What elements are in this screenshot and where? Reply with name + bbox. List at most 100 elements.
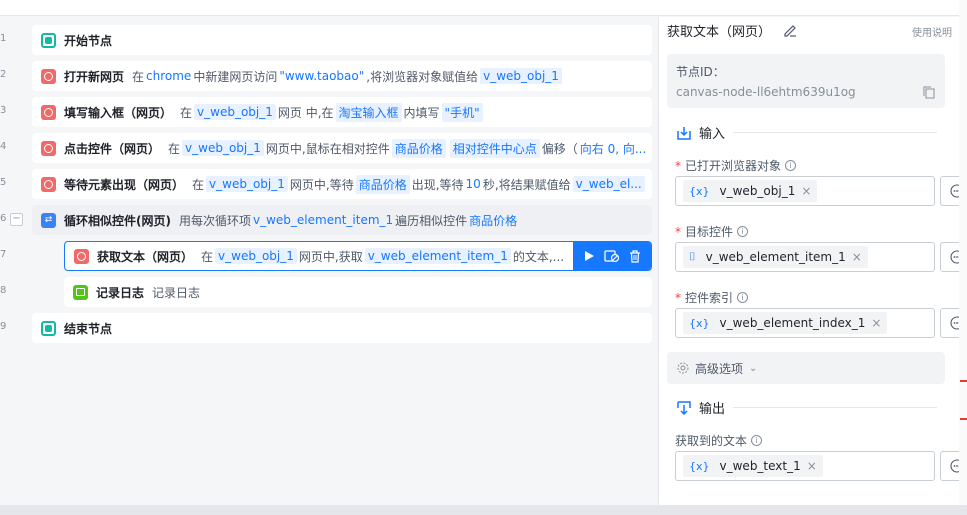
flow-row: 2 打开新网页在 chrome 中新建网页访问 "www.taobao" ,将浏览器…	[0, 61, 658, 91]
node-actions	[573, 242, 651, 270]
node-desc-text: 记录日志	[152, 285, 201, 300]
input-section-header: 输入	[677, 123, 937, 142]
flow-row: 5 等待元素出现（网页） 在 v_web_obj_1 网页中,等待 商品价格 出现,…	[0, 169, 658, 199]
node-param: 10	[465, 177, 481, 191]
flow-node-card[interactable]: 填写输入框（网页）在 v_web_obj_1 网页 中,在 淘宝输入框 内填写 …	[32, 97, 652, 127]
control-index-field[interactable]: {x} v_web_element_index_1 ×	[675, 308, 967, 338]
input-icon	[677, 126, 691, 140]
line-number: 1	[0, 33, 7, 44]
web-node-icon	[41, 104, 56, 120]
collapse-toggle[interactable]: −	[10, 213, 23, 226]
node-id-value: canvas-node-ll6ehtm639u1og	[676, 85, 856, 99]
panel-title: 获取文本（网页）	[667, 24, 772, 40]
variable-icon: {x}	[689, 184, 710, 198]
output-text-field[interactable]: {x} v_web_text_1 ×	[675, 451, 967, 481]
node-desc-text: 的文本,...	[512, 249, 565, 264]
edge-marker	[960, 418, 967, 420]
node-param: v_web_obj_1	[215, 248, 297, 264]
field-label-index: * 控件索引 i	[675, 289, 749, 306]
node-param: v_web_obj_1	[480, 68, 562, 84]
flow-node-card[interactable]: 打开新网页在 chrome 中新建网页访问 "www.taobao" ,将浏览器对…	[32, 61, 652, 91]
info-icon[interactable]: i	[737, 226, 749, 237]
gear-icon	[677, 362, 689, 374]
output-section-header: 输出	[677, 398, 937, 417]
element-icon: ⌷	[689, 250, 696, 263]
flow-row: 1 开始节点	[0, 25, 658, 55]
line-number: 2	[0, 69, 7, 80]
node-param: 向右 0, 向...	[579, 141, 647, 156]
flow-row: 8 记录日志 记录日志	[0, 277, 658, 307]
web-node-icon	[41, 68, 56, 84]
line-number: 7	[0, 249, 7, 260]
node-param: v_web_obj_1	[206, 176, 288, 192]
info-icon[interactable]: i	[785, 160, 797, 171]
edit-icon[interactable]	[783, 23, 797, 37]
line-number: 3	[0, 105, 7, 116]
panel-header: 获取文本（网页） 使用说明	[659, 17, 960, 43]
node-param: v_web_obj_1	[182, 140, 264, 156]
variable-tag: {x} v_web_obj_1 ×	[683, 180, 818, 202]
flow-node-card[interactable]: 点击控件（网页） 在 v_web_obj_1 网页中,鼠标在相对控件 商品价格 相对…	[32, 133, 652, 163]
flow-node-card[interactable]: 等待元素出现（网页） 在 v_web_obj_1 网页中,等待 商品价格 出现,等…	[32, 169, 652, 199]
variable-tag: {x} v_web_element_index_1 ×	[683, 312, 888, 334]
node-param: v_web_obj_1	[194, 104, 276, 120]
run-icon[interactable]	[581, 248, 597, 264]
bottom-bar	[0, 505, 967, 515]
node-desc-text: 网页中,鼠标在相对控件	[265, 141, 390, 156]
node-param: 淘宝输入框	[335, 102, 402, 122]
line-number: 6	[0, 213, 7, 224]
input-section-title: 输入	[699, 127, 726, 142]
flow-node-card[interactable]: 获取文本（网页） 在 v_web_obj_1 网页中,获取 v_web_eleme…	[64, 241, 652, 271]
node-param: v_web_element_item_1	[364, 248, 511, 264]
chevron-down-icon: ⌄	[749, 362, 758, 374]
node-param: 商品价格	[355, 174, 410, 194]
flow-node-card[interactable]: ⇄ 循环相似控件(网页) 用每次循环项 v_web_element_item_1 遍…	[32, 205, 652, 235]
node-desc-text: 遍历相似控件	[395, 213, 468, 228]
node-desc-text: 在	[168, 141, 181, 156]
advanced-options-label: 高级选项	[695, 361, 744, 376]
flow-node-card[interactable]: 记录日志 记录日志	[64, 277, 652, 307]
line-number: 8	[0, 285, 7, 296]
disable-icon[interactable]	[604, 248, 620, 264]
flow-row: 4 点击控件（网页） 在 v_web_obj_1 网页中,鼠标在相对控件 商品价格相…	[0, 133, 658, 163]
node-param: v_web_element_item_1	[253, 213, 394, 227]
line-number: 5	[0, 177, 7, 188]
flow-node-card[interactable]: 结束节点	[32, 313, 652, 343]
field-label-output: 获取到的文本 i	[675, 432, 763, 449]
top-toolbar	[0, 0, 967, 16]
node-desc-text: 在	[201, 249, 214, 264]
node-title: 等待元素出现（网页）	[64, 177, 185, 192]
node-desc-text: 偏移（	[541, 141, 578, 156]
node-param: 相对控件中心点	[449, 138, 540, 158]
info-icon[interactable]: i	[751, 435, 763, 446]
node-desc-text: 在	[192, 177, 205, 192]
output-section-title: 输出	[699, 402, 726, 417]
remove-tag-icon[interactable]: ×	[852, 250, 862, 264]
browser-object-field[interactable]: {x} v_web_obj_1 ×	[675, 176, 967, 206]
node-param: "手机"	[441, 102, 483, 122]
delete-icon[interactable]	[627, 248, 643, 264]
remove-tag-icon[interactable]: ×	[801, 184, 811, 198]
node-param: 商品价格	[391, 138, 446, 158]
info-icon[interactable]: i	[737, 292, 749, 303]
node-param: v_web_el...	[572, 176, 645, 192]
node-desc-text: ,将浏览器对象赋值给	[366, 69, 479, 84]
node-desc-text: 在	[180, 105, 193, 120]
remove-tag-icon[interactable]: ×	[871, 316, 881, 330]
flow-row: 3 填写输入框（网页） 在 v_web_obj_1 网页 中,在 淘宝输入框 内填写…	[0, 97, 658, 127]
node-param: "www.taobao"	[279, 69, 365, 83]
field-label-target: * 目标控件 i	[675, 223, 749, 240]
web-node-icon	[41, 140, 56, 156]
edge-marker	[960, 380, 967, 382]
flow-node-card[interactable]: 开始节点	[32, 25, 652, 55]
target-control-field[interactable]: ⌷ v_web_element_item_1 ×	[675, 242, 967, 272]
start-node-icon	[41, 32, 56, 48]
node-desc-text: 中新建网页访问	[193, 69, 278, 84]
properties-panel: 获取文本（网页） 使用说明 节点ID： canvas-node-ll6ehtm6…	[658, 17, 967, 505]
copy-icon[interactable]	[923, 86, 935, 102]
node-desc-text: 内填写	[403, 105, 440, 120]
help-link[interactable]: 使用说明	[912, 24, 952, 39]
advanced-options-toggle[interactable]: 高级选项 ⌄	[667, 352, 945, 384]
node-title: 获取文本（网页）	[97, 249, 194, 264]
remove-tag-icon[interactable]: ×	[807, 459, 817, 473]
